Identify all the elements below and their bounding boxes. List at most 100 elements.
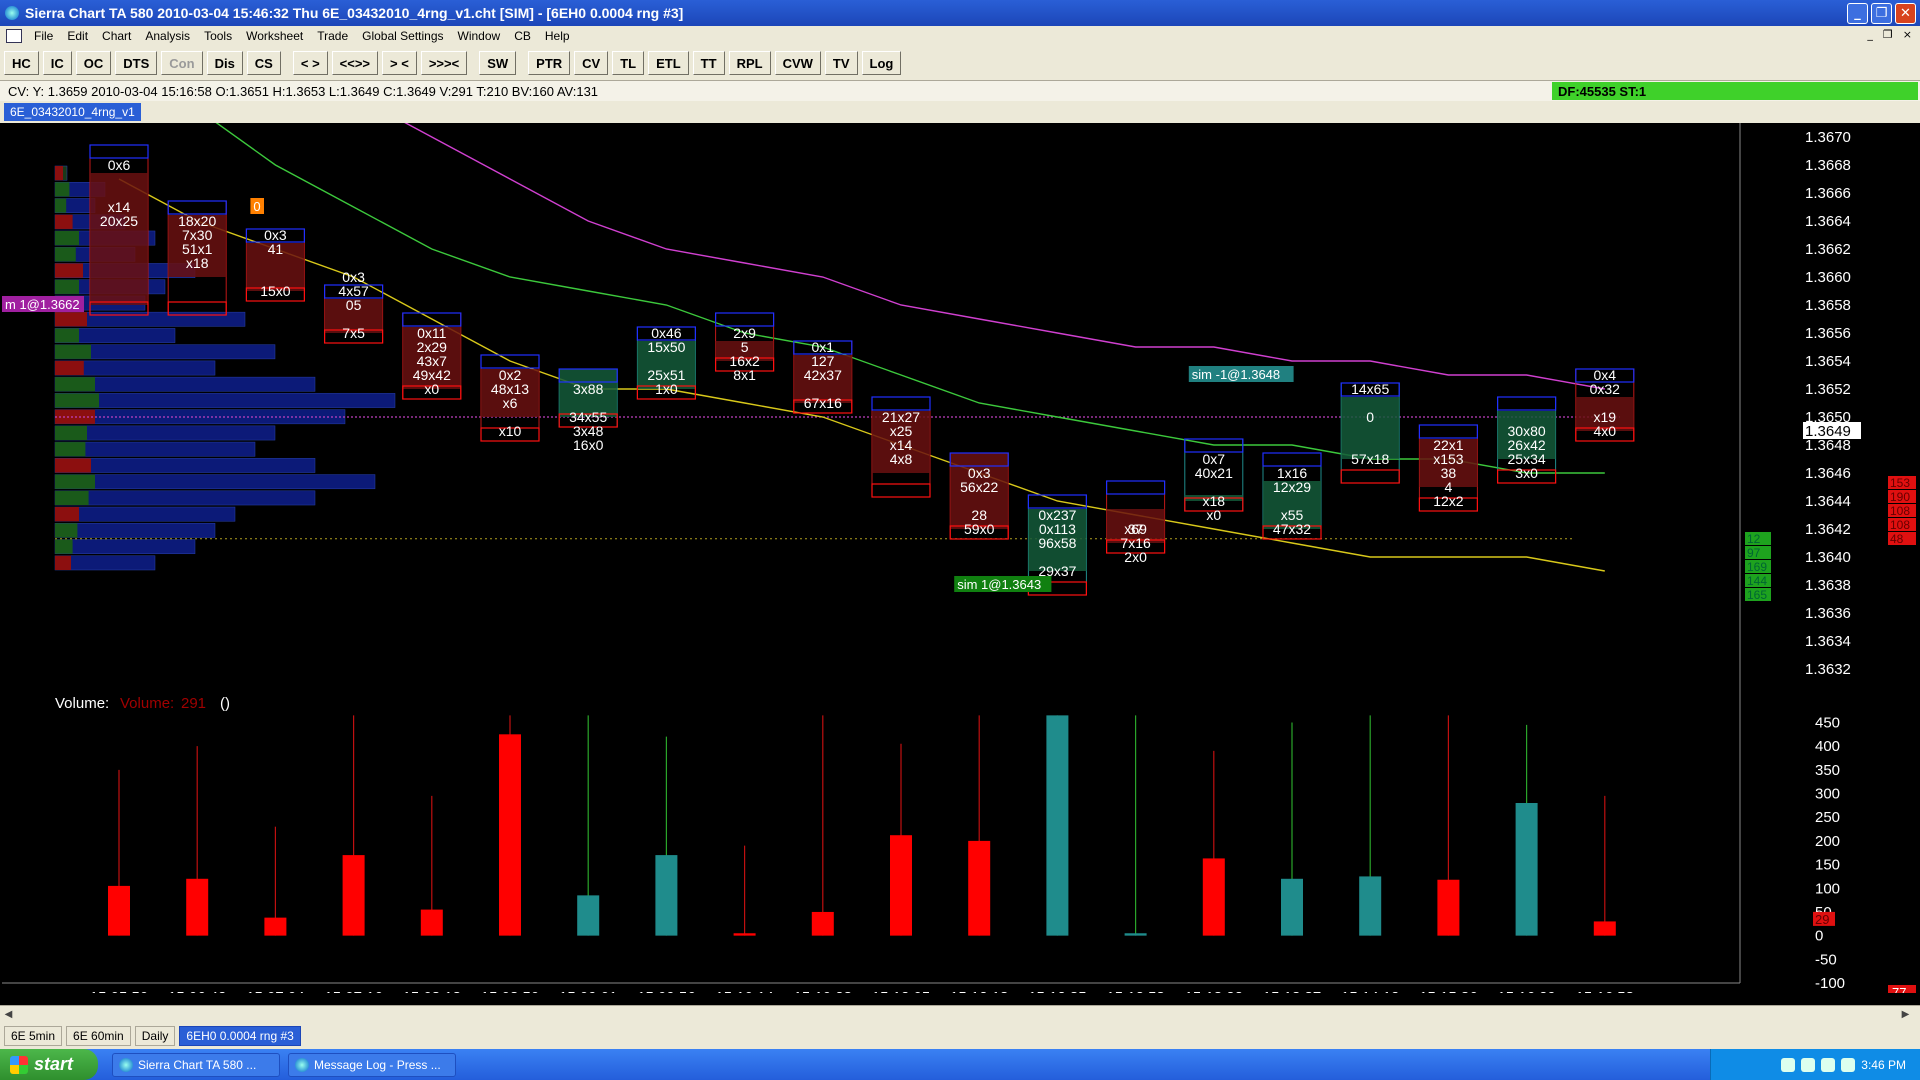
volume-bar[interactable] [1046, 715, 1069, 936]
volume-bar[interactable] [968, 840, 991, 936]
price-tick-label: 1.3656 [1805, 325, 1851, 342]
volume-bar[interactable] [1593, 921, 1616, 936]
security-icon[interactable] [1801, 1057, 1816, 1072]
volume-bar[interactable] [108, 885, 130, 936]
volume-bar[interactable] [264, 917, 287, 936]
network-icon[interactable] [1821, 1057, 1836, 1072]
scroll-left-icon[interactable]: ◀ [2, 1008, 15, 1021]
volume-profile-split [55, 247, 76, 262]
candle-body[interactable] [90, 173, 148, 305]
taskbar-item-1[interactable]: Sierra Chart TA 580 ... [112, 1052, 280, 1077]
menu-edit[interactable]: Edit [61, 29, 96, 43]
task-label: Sierra Chart TA 580 ... [138, 1057, 257, 1072]
toolbar-ptr-button[interactable]: PTR [528, 51, 571, 75]
trade-marker-label: 0 [253, 199, 260, 214]
volume-bar[interactable] [890, 835, 912, 936]
bottom-tab-6e-60min[interactable]: 6E 60min [66, 1026, 131, 1046]
toolbar-rpl-button[interactable]: RPL [728, 51, 771, 75]
toolbar-ic-button[interactable]: IC [42, 51, 72, 75]
close-button[interactable]: ✕ [1895, 3, 1916, 24]
footprint-label: x0 [424, 381, 439, 397]
volume-bar[interactable] [733, 933, 756, 936]
volume-bar[interactable] [577, 895, 600, 936]
toolbar-tt-button[interactable]: TT [692, 51, 725, 75]
menu-help[interactable]: Help [539, 29, 578, 43]
mdi-close-button[interactable]: × [1903, 28, 1912, 41]
footprint-label: 3x0 [1515, 465, 1538, 481]
time-tick-label: 15:12:35 [1028, 989, 1086, 993]
maximize-button[interactable]: ❐ [1871, 3, 1892, 24]
volume-profile-bar [54, 425, 276, 441]
toolbar-oc-button[interactable]: OC [75, 51, 112, 75]
menu-file[interactable]: File [28, 29, 61, 43]
toolbar-tv-button[interactable]: TV [824, 51, 858, 75]
chart-area[interactable]: 0x6 x14 20x25 18x20 7x30 51x1 x18 0x3 41 15x0 0x3 4… [0, 123, 1920, 993]
menu-trade[interactable]: Trade [311, 29, 356, 43]
title-bar[interactable]: Sierra Chart TA 580 2010-03-04 15:46:32 … [0, 0, 1920, 26]
mdi-restore-button[interactable]: ❐ [1883, 28, 1893, 41]
volume-bar[interactable] [186, 878, 209, 936]
time-tick-label: 15:12:05 [872, 989, 930, 993]
toolbar-con-button[interactable]: Con [161, 51, 203, 75]
chart-tab[interactable]: 6E_03432010_4rng_v1 [4, 103, 141, 121]
mdi-minimize-button[interactable]: _ [1867, 28, 1873, 41]
toolbar-sw-button[interactable]: SW [479, 51, 517, 75]
toolbar-item-button[interactable]: <<>> [331, 51, 379, 75]
volume-bar[interactable] [1281, 878, 1303, 936]
toolbar-item-button[interactable]: >>>< [420, 51, 468, 75]
volume-profile-split [55, 214, 73, 229]
info-bar: CV: Y: 1.3659 2010-03-04 15:16:58 O:1.36… [0, 81, 1920, 101]
volume-bar[interactable] [1202, 858, 1225, 936]
volume-profile-split [55, 360, 84, 376]
toolbar-dis-button[interactable]: Dis [206, 51, 243, 75]
toolbar-item-button[interactable]: < > [292, 51, 328, 75]
toolbar-log-button[interactable]: Log [861, 51, 902, 75]
footprint-label: 0x6 [108, 157, 131, 173]
price-tick-label: 1.3642 [1805, 521, 1851, 538]
volume-icon[interactable] [1841, 1057, 1856, 1072]
candle-body[interactable] [1341, 397, 1400, 459]
minimize-button[interactable]: _ [1847, 3, 1868, 24]
toolbar-item-button[interactable]: > < [382, 51, 417, 75]
menu-window[interactable]: Window [452, 29, 509, 43]
taskbar-item-2[interactable]: Message Log - Press ... [288, 1052, 456, 1077]
toolbar-dts-button[interactable]: DTS [115, 51, 158, 75]
footprint-label: x10 [499, 423, 522, 439]
menu-global-settings[interactable]: Global Settings [356, 29, 451, 43]
menu-analysis[interactable]: Analysis [139, 29, 198, 43]
menu-worksheet[interactable]: Worksheet [240, 29, 311, 43]
volume-bar[interactable] [342, 855, 365, 936]
window-title: Sierra Chart TA 580 2010-03-04 15:46:32 … [25, 5, 684, 21]
start-button[interactable]: start [0, 1049, 98, 1080]
volume-profile-split [55, 328, 79, 343]
volume-tick-label: 300 [1815, 786, 1840, 803]
volume-bar[interactable] [1359, 876, 1382, 936]
scroll-right-icon[interactable]: ▶ [1899, 1008, 1912, 1021]
bottom-tab-daily[interactable]: Daily [134, 1026, 176, 1046]
toolbar-etl-button[interactable]: ETL [648, 51, 689, 75]
volume-bar[interactable] [1124, 933, 1147, 936]
footprint-label: 15x0 [260, 283, 291, 299]
volume-tick-label: 450 [1815, 714, 1840, 731]
volume-bar[interactable] [655, 855, 678, 936]
volume-bar[interactable] [499, 734, 521, 936]
volume-bar[interactable] [811, 911, 834, 936]
toolbar-cv-button[interactable]: CV [574, 51, 609, 75]
price-tick-label: 1.3644 [1805, 493, 1851, 510]
horizontal-scrollbar[interactable]: ◀ ▶ [0, 1005, 1920, 1023]
volume-bar[interactable] [420, 909, 443, 936]
toolbar-hc-button[interactable]: HC [4, 51, 39, 75]
volume-bar[interactable] [1437, 879, 1460, 936]
toolbar-cs-button[interactable]: CS [246, 51, 281, 75]
volume-bar[interactable] [1515, 803, 1538, 936]
bottom-tab-6e-5min[interactable]: 6E 5min [4, 1026, 63, 1046]
toolbar-cvw-button[interactable]: CVW [774, 51, 821, 75]
document-icon[interactable] [6, 29, 22, 43]
help-icon[interactable] [1781, 1057, 1796, 1072]
bottom-tab-6eh0-0-0004-rng-3[interactable]: 6EH0 0.0004 rng #3 [179, 1026, 301, 1046]
menu-tools[interactable]: Tools [198, 29, 240, 43]
price-chart[interactable]: 0x6x1420x25 18x207x3051x1x180x34115x00x34… [0, 123, 1920, 993]
toolbar-tl-button[interactable]: TL [612, 51, 645, 75]
menu-chart[interactable]: Chart [96, 29, 139, 43]
menu-cb[interactable]: CB [508, 29, 539, 43]
